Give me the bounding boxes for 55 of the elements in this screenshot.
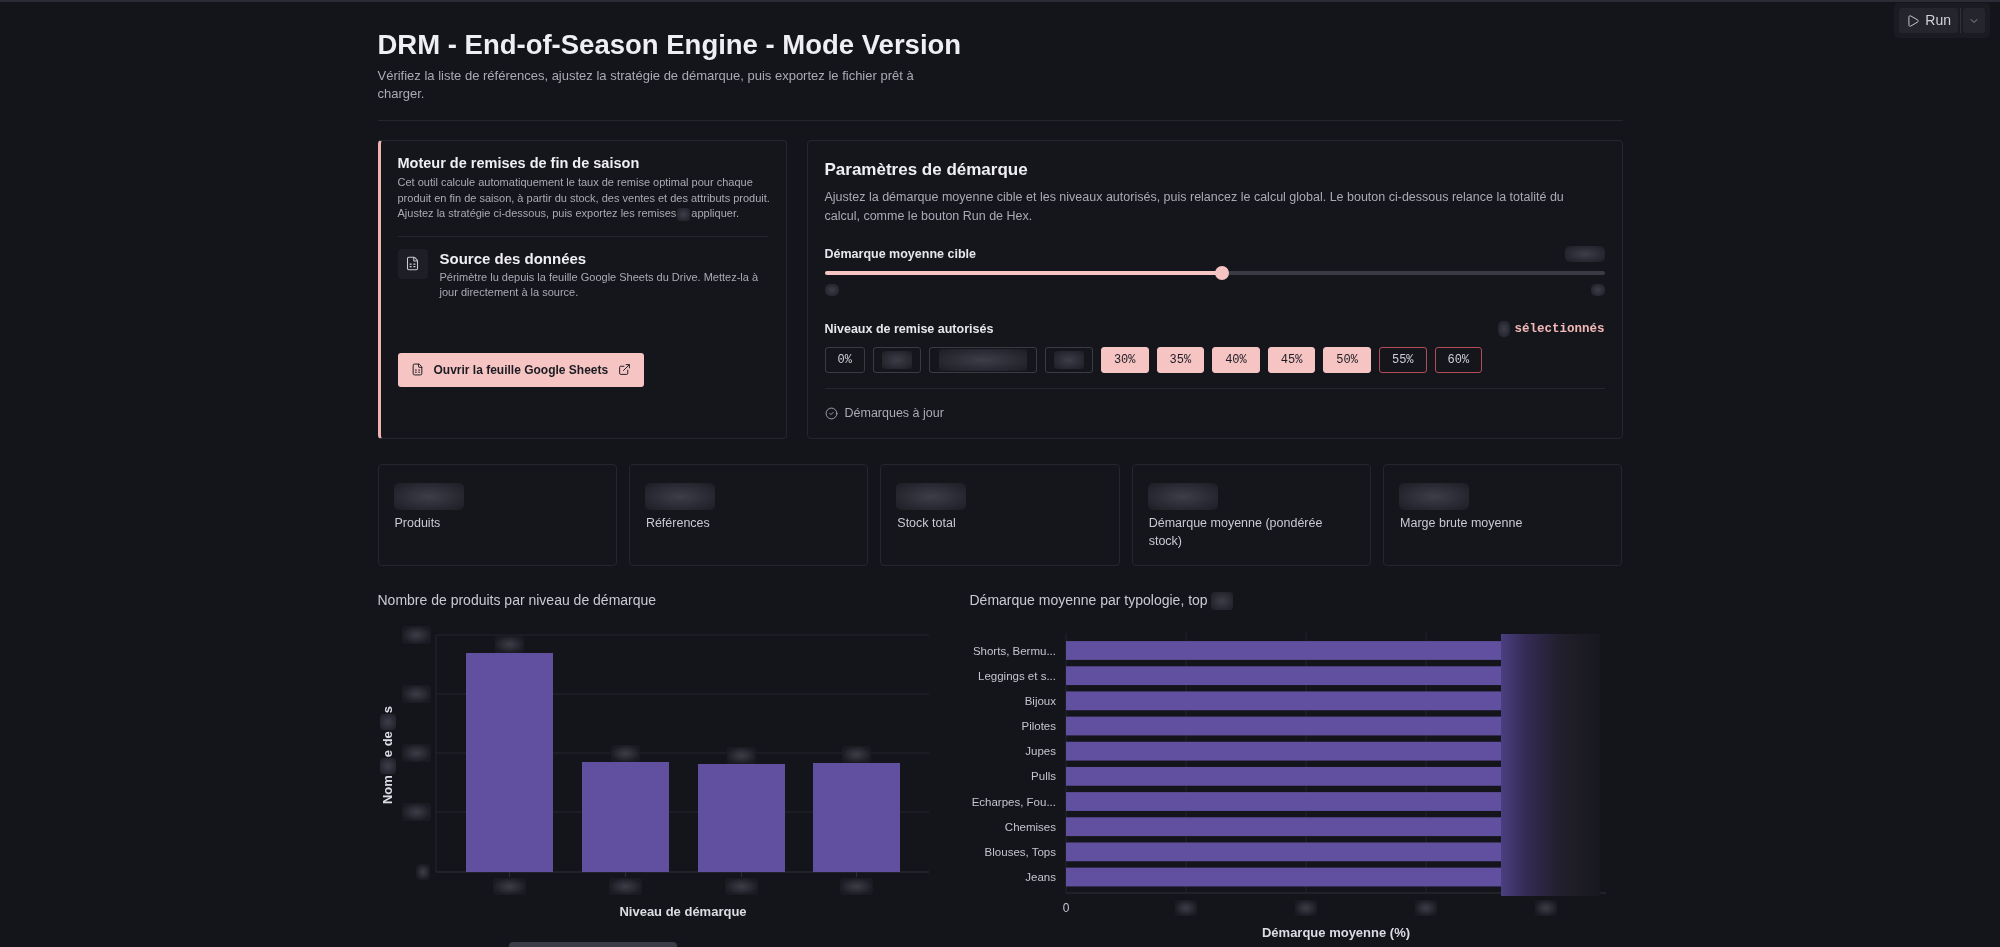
kpi-label: Marge brute moyenne [1400,515,1523,532]
level-chip[interactable] [928,347,1037,373]
level-chip[interactable] [1044,347,1093,373]
scrollbar-thumb[interactable] [509,942,677,947]
source-description: Périmètre lu depuis la feuille Google Sheets du Drive. Mettez-la à jour directement à la source. [439,269,760,300]
axis-tick-label: 0 [1062,901,1069,916]
category-label: Blouses, Tops [984,846,1056,859]
status-text: Démarques à jour [844,405,944,421]
category-label: Shorts, Bermu... [972,644,1056,657]
intro-description: Cet outil calcule automatiquement le taux de remise optimal pour chaque produit en fin de saison, à partir du stock, des ventes et des attributs produit. Ajustez la stratégie ci-dessous, puis exportez les remises appliquer. [397,175,771,222]
level-chip[interactable]: 50% [1323,347,1371,373]
card-title: Moteur de remises de fin de saison [397,154,641,173]
slider-track[interactable] [824,266,1605,280]
kpi-label: Stock total [897,515,956,532]
category-label: Pilotes [1020,720,1056,733]
category-label: Pulls [1030,770,1056,783]
source-title: Source des données [439,248,588,269]
selected-count: sélectionnés [1514,321,1605,337]
category-label: Chemises [1004,821,1056,834]
category-label: Jupes [1024,745,1056,758]
slider-thumb[interactable] [1215,266,1230,280]
x-axis-label: Niveau de démarque [618,904,747,919]
params-description: Ajustez la démarque moyenne cible et les niveaux autorisés, puis relancez le calcul global. Le bouton ci-dessous relance la totalité du calcul, comme le bouton Run de Hex. [824,189,1565,225]
check-circle-icon [824,406,838,420]
levels-label: Niveaux de remise autorisés [824,321,994,337]
spreadsheet-icon [410,363,424,376]
spreadsheet-icon [397,248,428,279]
level-chip[interactable]: 0% [824,347,865,373]
level-chip[interactable]: 45% [1267,347,1316,373]
level-chip[interactable]: 55% [1378,347,1427,373]
page-subtitle: Vérifiez la liste de références, ajustez la stratégie de démarque, puis exportez le fichier prêt à charger. [377,67,915,103]
category-label: Bijoux [1024,695,1056,708]
kpi-label: Démarque moyenne (pondérée stock) [1148,515,1324,550]
level-chip[interactable] [872,347,921,373]
category-label: Jeans [1024,871,1056,884]
level-chip[interactable]: 40% [1212,347,1260,373]
level-chip[interactable]: 35% [1156,347,1205,373]
dropdown-button[interactable] [1963,8,1985,33]
run-button[interactable]: Run [1899,8,1958,33]
chart-title: Démarque moyenne par typologie, top [969,590,1233,611]
y-axis-label: Nom e de s [379,705,396,805]
category-label: Echarpes, Fou... [971,795,1056,808]
level-chip[interactable]: 60% [1434,347,1483,373]
open-sheet-button[interactable]: Ouvrir la feuille Google Sheets [397,352,645,387]
kpi-label: Produits [394,515,441,532]
card-title: Paramètres de démarque [824,159,1029,181]
x-axis-label: Démarque moyenne (%) [1261,925,1410,941]
category-label: Leggings et s... [977,670,1056,683]
play-icon [1906,13,1921,28]
slider-label: Démarque moyenne cible [824,246,976,262]
chart-title: Nombre de produits par niveau de démarque [377,591,658,610]
kpi-label: Références [645,515,710,532]
level-chip[interactable]: 30% [1100,347,1149,373]
external-link-icon [618,363,632,376]
page-title: DRM - End-of-Season Engine - Mode Version [377,28,962,62]
